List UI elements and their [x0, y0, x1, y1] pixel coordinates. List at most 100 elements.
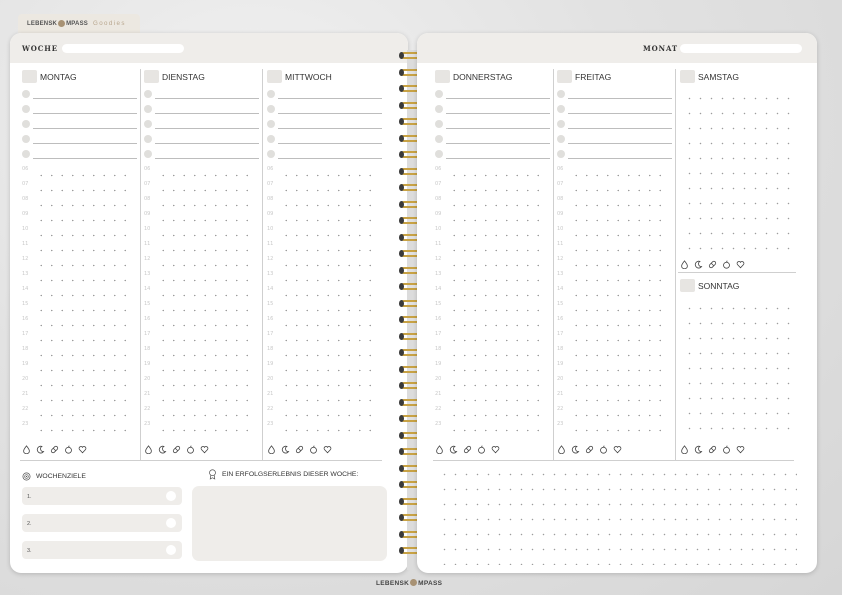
- apple-icon[interactable]: [599, 445, 608, 454]
- todo-line[interactable]: [267, 149, 382, 159]
- water-drop-icon[interactable]: [435, 445, 444, 454]
- moon-icon[interactable]: [694, 445, 703, 454]
- date-box[interactable]: [267, 70, 282, 83]
- todo-line[interactable]: [435, 134, 550, 144]
- todo-checkbox[interactable]: [435, 90, 443, 98]
- pill-icon[interactable]: [708, 445, 717, 454]
- todo-checkbox[interactable]: [267, 135, 275, 143]
- todo-line[interactable]: [22, 134, 137, 144]
- goal-item[interactable]: 1.: [22, 487, 182, 505]
- hour-grid[interactable]: 06 07 08 09 10 11 12 13 14 15 16 17 18 19 20 21 22 23: [20, 166, 132, 438]
- goal-item[interactable]: 3.: [22, 541, 182, 559]
- todo-line[interactable]: [557, 89, 672, 99]
- todo-checkbox[interactable]: [144, 120, 152, 128]
- todo-checkbox[interactable]: [267, 105, 275, 113]
- date-box[interactable]: [435, 70, 450, 83]
- date-box[interactable]: [557, 70, 572, 83]
- todo-line[interactable]: [144, 149, 259, 159]
- todo-line[interactable]: [267, 89, 382, 99]
- notes-dot-grid[interactable]: [439, 467, 797, 565]
- pill-icon[interactable]: [172, 445, 181, 454]
- heart-icon[interactable]: [613, 445, 622, 454]
- todo-checkbox[interactable]: [435, 150, 443, 158]
- water-drop-icon[interactable]: [144, 445, 153, 454]
- water-drop-icon[interactable]: [557, 445, 566, 454]
- apple-icon[interactable]: [477, 445, 486, 454]
- todo-checkbox[interactable]: [435, 135, 443, 143]
- todo-checkbox[interactable]: [22, 105, 30, 113]
- todo-checkbox[interactable]: [144, 150, 152, 158]
- todo-checkbox[interactable]: [435, 120, 443, 128]
- water-drop-icon[interactable]: [680, 260, 689, 269]
- todo-line[interactable]: [22, 119, 137, 129]
- pill-icon[interactable]: [50, 445, 59, 454]
- water-drop-icon[interactable]: [680, 445, 689, 454]
- apple-icon[interactable]: [64, 445, 73, 454]
- pill-icon[interactable]: [708, 260, 717, 269]
- todo-checkbox[interactable]: [267, 150, 275, 158]
- success-input[interactable]: [192, 486, 387, 561]
- todo-line[interactable]: [144, 104, 259, 114]
- todo-line[interactable]: [435, 149, 550, 159]
- goal-check[interactable]: [166, 545, 176, 555]
- hour-grid[interactable]: 06 07 08 09 10 11 12 13 14 15 16 17 18 19 20 21 22 23: [433, 166, 545, 438]
- heart-icon[interactable]: [200, 445, 209, 454]
- heart-icon[interactable]: [78, 445, 87, 454]
- moon-icon[interactable]: [694, 260, 703, 269]
- water-drop-icon[interactable]: [267, 445, 276, 454]
- apple-icon[interactable]: [309, 445, 318, 454]
- todo-checkbox[interactable]: [557, 120, 565, 128]
- todo-line[interactable]: [144, 89, 259, 99]
- hour-grid[interactable]: 06 07 08 09 10 11 12 13 14 15 16 17 18 19 20 21 22 23: [555, 166, 667, 438]
- pill-icon[interactable]: [295, 445, 304, 454]
- todo-line[interactable]: [22, 104, 137, 114]
- pill-icon[interactable]: [463, 445, 472, 454]
- moon-icon[interactable]: [281, 445, 290, 454]
- todo-checkbox[interactable]: [267, 120, 275, 128]
- todo-checkbox[interactable]: [144, 105, 152, 113]
- pill-icon[interactable]: [585, 445, 594, 454]
- todo-line[interactable]: [267, 119, 382, 129]
- todo-checkbox[interactable]: [557, 105, 565, 113]
- todo-line[interactable]: [435, 104, 550, 114]
- todo-line[interactable]: [557, 149, 672, 159]
- todo-checkbox[interactable]: [557, 90, 565, 98]
- heart-icon[interactable]: [323, 445, 332, 454]
- todo-checkbox[interactable]: [267, 90, 275, 98]
- saturday-dot-grid[interactable]: [684, 91, 796, 256]
- todo-checkbox[interactable]: [144, 90, 152, 98]
- hour-grid[interactable]: 06 07 08 09 10 11 12 13 14 15 16 17 18 19 20 21 22 23: [265, 166, 377, 438]
- todo-line[interactable]: [267, 104, 382, 114]
- moon-icon[interactable]: [158, 445, 167, 454]
- date-box[interactable]: [680, 279, 695, 292]
- apple-icon[interactable]: [186, 445, 195, 454]
- week-input[interactable]: [62, 44, 184, 53]
- apple-icon[interactable]: [722, 445, 731, 454]
- goal-check[interactable]: [166, 518, 176, 528]
- goal-check[interactable]: [166, 491, 176, 501]
- date-box[interactable]: [144, 70, 159, 83]
- todo-checkbox[interactable]: [435, 105, 443, 113]
- apple-icon[interactable]: [722, 260, 731, 269]
- todo-checkbox[interactable]: [22, 120, 30, 128]
- todo-line[interactable]: [144, 134, 259, 144]
- moon-icon[interactable]: [571, 445, 580, 454]
- heart-icon[interactable]: [736, 260, 745, 269]
- moon-icon[interactable]: [36, 445, 45, 454]
- todo-line[interactable]: [435, 119, 550, 129]
- todo-line[interactable]: [557, 119, 672, 129]
- todo-checkbox[interactable]: [22, 135, 30, 143]
- todo-line[interactable]: [435, 89, 550, 99]
- hour-grid[interactable]: 06 07 08 09 10 11 12 13 14 15 16 17 18 19 20 21 22 23: [142, 166, 254, 438]
- todo-line[interactable]: [22, 149, 137, 159]
- todo-line[interactable]: [557, 104, 672, 114]
- moon-icon[interactable]: [449, 445, 458, 454]
- water-drop-icon[interactable]: [22, 445, 31, 454]
- sunday-dot-grid[interactable]: [684, 301, 796, 439]
- month-input[interactable]: [680, 44, 802, 53]
- heart-icon[interactable]: [491, 445, 500, 454]
- date-box[interactable]: [680, 70, 695, 83]
- todo-checkbox[interactable]: [557, 135, 565, 143]
- date-box[interactable]: [22, 70, 37, 83]
- todo-line[interactable]: [144, 119, 259, 129]
